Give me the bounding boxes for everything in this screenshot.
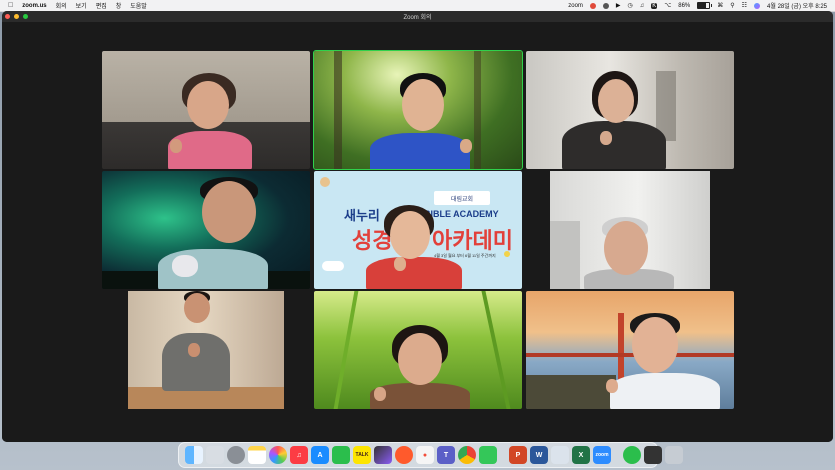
music-icon[interactable]: ♫	[290, 446, 308, 464]
datetime[interactable]: 4월 28일 (금) 오후 8:25	[767, 1, 827, 10]
excel-icon[interactable]: X	[572, 446, 590, 464]
video-tile-2-active-speaker[interactable]	[313, 50, 523, 170]
zoom-window: Zoom 회의 대림교회 새누리 BIBLE ACADEMY 성경 아카데미 4…	[2, 11, 833, 442]
kakao-icon[interactable]: K	[651, 2, 658, 9]
trash-icon[interactable]	[665, 446, 683, 464]
screen-share-icon[interactable]	[602, 2, 609, 9]
settings-icon[interactable]	[227, 446, 245, 464]
chrome-icon[interactable]	[458, 446, 476, 464]
storage-icon[interactable]	[644, 446, 662, 464]
bridge-tower	[618, 313, 624, 383]
shape-icon[interactable]: ●	[416, 446, 434, 464]
star-icon	[504, 251, 510, 257]
cloud-icon	[322, 261, 344, 271]
bluetooth-icon[interactable]: ⌥	[664, 2, 671, 9]
finder-icon[interactable]	[185, 446, 203, 464]
dropbox-icon[interactable]	[623, 446, 641, 464]
appstore-icon[interactable]: A	[311, 446, 329, 464]
search-icon[interactable]: ⚲	[730, 2, 734, 9]
window-titlebar: Zoom 회의	[2, 11, 833, 22]
menu-view[interactable]: 보기	[76, 1, 87, 10]
battery-percent: 86%	[678, 2, 691, 9]
davinci-icon[interactable]	[395, 446, 413, 464]
powerpoint-icon[interactable]: P	[509, 446, 527, 464]
minimize-window-button[interactable]	[14, 14, 19, 19]
video-tile-6[interactable]	[526, 171, 734, 289]
participant-video	[128, 291, 284, 409]
church-logo: 대림교회	[434, 191, 490, 205]
talk-icon[interactable]: TALK	[353, 446, 371, 464]
zoom-icon[interactable]: zoom	[593, 446, 611, 464]
line-icon[interactable]	[332, 446, 350, 464]
menu-help[interactable]: 도움말	[130, 1, 147, 10]
video-tile-8[interactable]	[314, 291, 522, 409]
maximize-window-button[interactable]	[23, 14, 28, 19]
headphones-icon[interactable]: ♫	[640, 3, 645, 9]
word-icon[interactable]: W	[530, 446, 548, 464]
hand-heart-icon	[320, 177, 330, 187]
clock-icon[interactable]: ◷	[628, 2, 633, 9]
siri-icon[interactable]	[754, 2, 761, 9]
hillside	[526, 375, 616, 409]
video-tile-9[interactable]	[526, 291, 734, 409]
close-window-button[interactable]	[5, 14, 10, 19]
photos-icon[interactable]	[269, 446, 287, 464]
video-tile-5[interactable]: 대림교회 새누리 BIBLE ACADEMY 성경 아카데미 4월 3일 월요 …	[314, 171, 522, 289]
preview-icon[interactable]	[551, 446, 569, 464]
video-tile-1[interactable]	[102, 51, 310, 169]
teams-icon[interactable]: T	[437, 446, 455, 464]
menu-edit[interactable]: 편집	[96, 1, 107, 10]
dock: ♫ A TALK ● T P W X zoom	[178, 442, 683, 468]
launchpad-icon[interactable]	[206, 446, 224, 464]
control-center-icon[interactable]: ☷	[742, 2, 747, 9]
video-tile-4[interactable]	[102, 171, 310, 289]
zoom-status-label[interactable]: zoom	[568, 3, 583, 9]
slide-text-saenuri: 새누리	[344, 208, 380, 223]
bridge-deck	[526, 353, 734, 357]
notes-icon[interactable]	[248, 446, 266, 464]
record-status-icon[interactable]	[589, 2, 596, 9]
play-icon[interactable]: ▶	[616, 2, 621, 9]
slide-text-academy: 아카데미	[432, 228, 513, 253]
window-title: Zoom 회의	[403, 15, 432, 21]
video-tile-3[interactable]	[526, 51, 734, 169]
gallery-view: 대림교회 새누리 BIBLE ACADEMY 성경 아카데미 4월 3일 월요 …	[2, 22, 833, 442]
video-tile-7[interactable]	[102, 291, 310, 409]
menu-meeting[interactable]: 회의	[56, 1, 67, 10]
messages-icon[interactable]	[479, 446, 497, 464]
wifi-icon[interactable]: ⌘	[717, 2, 723, 9]
finalcut-icon[interactable]	[374, 446, 392, 464]
apple-menu-icon[interactable]: 	[8, 2, 13, 9]
battery-icon[interactable]	[697, 2, 713, 9]
slide-text-bible-academy: BIBLE ACADEMY	[424, 209, 499, 219]
menu-window[interactable]: 창	[116, 1, 122, 10]
app-menu[interactable]: zoom.us	[22, 3, 46, 9]
participant-video	[550, 171, 710, 289]
